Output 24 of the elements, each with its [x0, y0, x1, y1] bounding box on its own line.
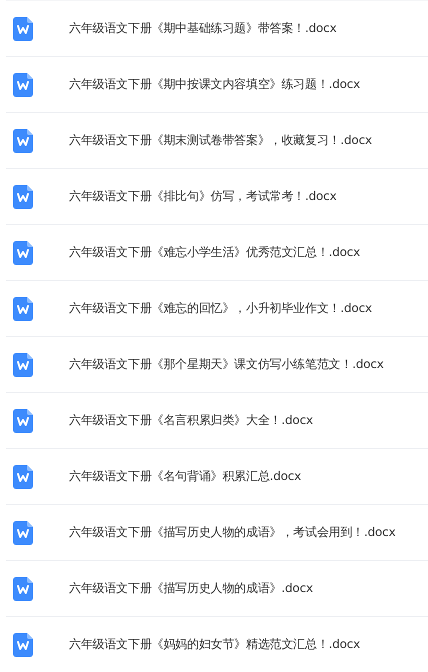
- file-name-link[interactable]: 六年级语文下册《描写历史人物的成语》，考试会用到！.docx: [69, 524, 396, 541]
- file-name-link[interactable]: 六年级语文下册《期中基础练习题》带答案！.docx: [69, 20, 336, 37]
- word-document-icon: [13, 128, 33, 152]
- file-name-link[interactable]: 六年级语文下册《描写历史人物的成语》.docx: [69, 580, 313, 597]
- file-name-link[interactable]: 六年级语文下册《难忘小学生活》优秀范文汇总！.docx: [69, 244, 360, 261]
- word-document-icon: [13, 72, 33, 96]
- file-name-link[interactable]: 六年级语文下册《妈妈的妇女节》精选范文汇总！.docx: [69, 636, 360, 653]
- file-name-link[interactable]: 六年级语文下册《排比句》仿写，考试常考！.docx: [69, 188, 336, 205]
- file-name-link[interactable]: 六年级语文下册《那个星期天》课文仿写小练笔范文！.docx: [69, 356, 384, 373]
- word-document-icon: [13, 464, 33, 488]
- word-document-icon: [13, 520, 33, 544]
- file-name-link[interactable]: 六年级语文下册《名言积累归类》大全！.docx: [69, 412, 313, 429]
- word-document-icon: [13, 632, 33, 656]
- word-document-icon: [13, 16, 33, 40]
- file-name-link[interactable]: 六年级语文下册《期中按课文内容填空》练习题！.docx: [69, 76, 360, 93]
- word-document-icon: [13, 576, 33, 600]
- file-name-link[interactable]: 六年级语文下册《期末测试卷带答案》，收藏复习！.docx: [69, 132, 372, 149]
- word-document-icon: [13, 352, 33, 376]
- file-name-link[interactable]: 六年级语文下册《难忘的回忆》，小升初毕业作文！.docx: [69, 300, 372, 317]
- file-name-link[interactable]: 六年级语文下册《名句背诵》积累汇总.docx: [69, 468, 302, 485]
- word-document-icon: [13, 408, 33, 432]
- word-document-icon: [13, 296, 33, 320]
- word-document-icon: [13, 184, 33, 208]
- word-document-icon: [13, 240, 33, 264]
